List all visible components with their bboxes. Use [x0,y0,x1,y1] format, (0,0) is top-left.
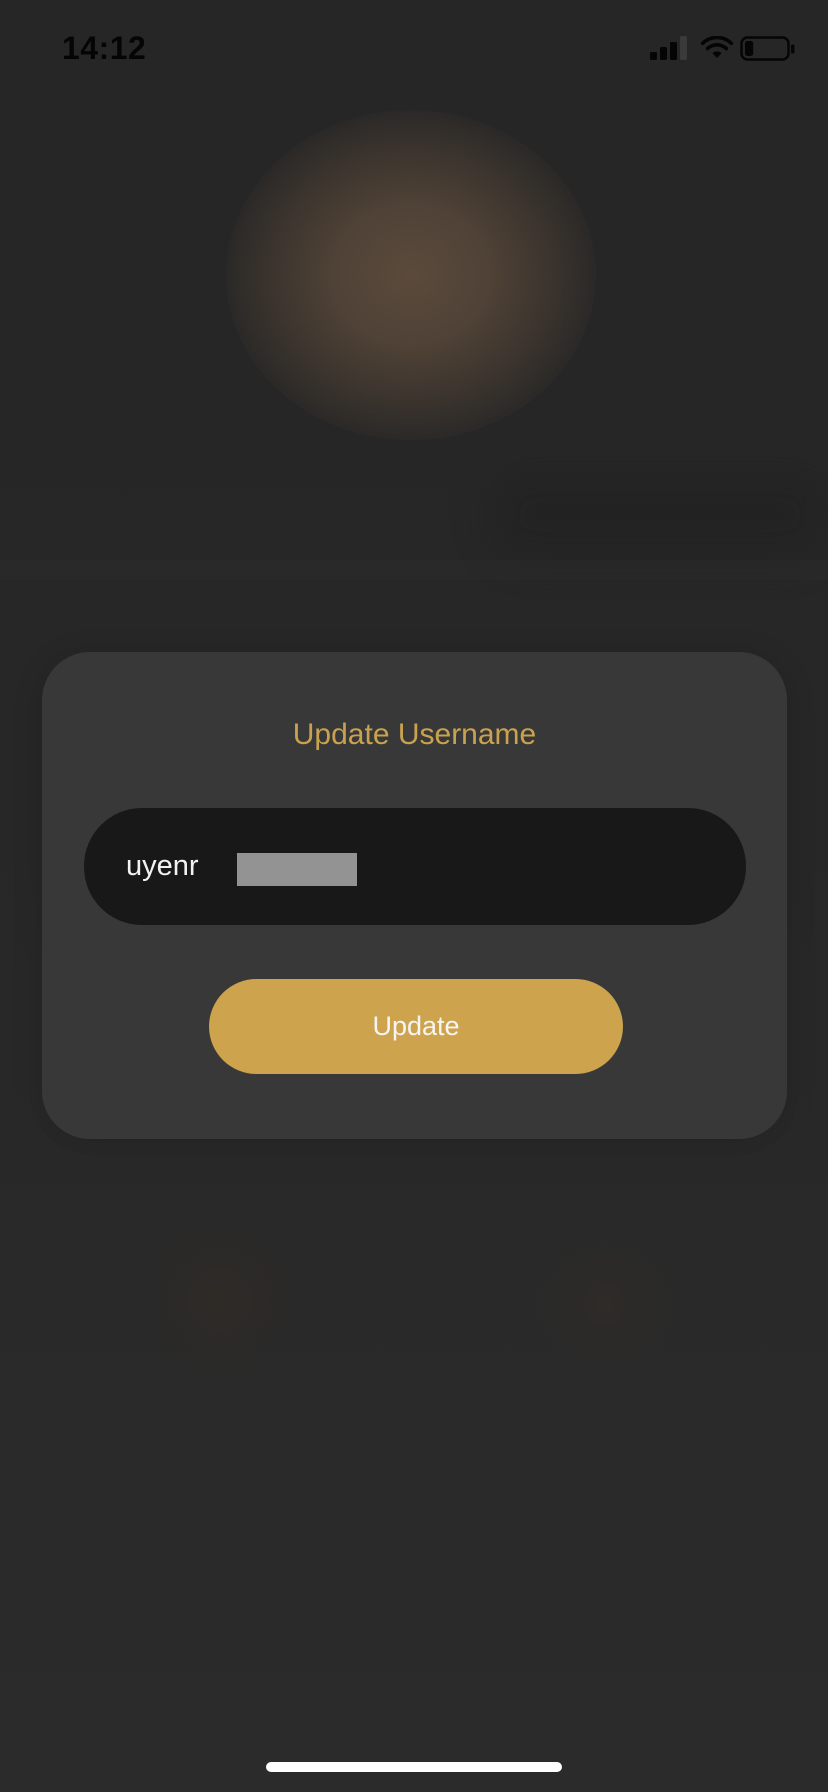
redacted-text-block [237,853,357,886]
username-field [84,808,746,925]
background-icon-blur-right [530,1230,680,1380]
app-screen: 14:12 Update Username uyenr Update [0,0,828,1792]
home-indicator[interactable] [266,1762,562,1772]
cellular-signal-icon [650,36,687,60]
status-bar: 14:12 [0,0,828,96]
battery-low-icon [740,36,795,61]
username-input[interactable] [84,808,746,925]
background-panel-blur [490,470,828,560]
status-time: 14:12 [62,30,147,66]
background-band [0,560,828,580]
update-button[interactable]: Update [209,979,623,1074]
modal-title: Update Username [292,718,537,751]
wifi-icon [700,36,734,58]
background-icon-blur-left [140,1220,300,1380]
update-username-modal: Update Username Update [42,652,787,1139]
status-icons [650,36,800,64]
background-avatar-blur [226,110,596,440]
